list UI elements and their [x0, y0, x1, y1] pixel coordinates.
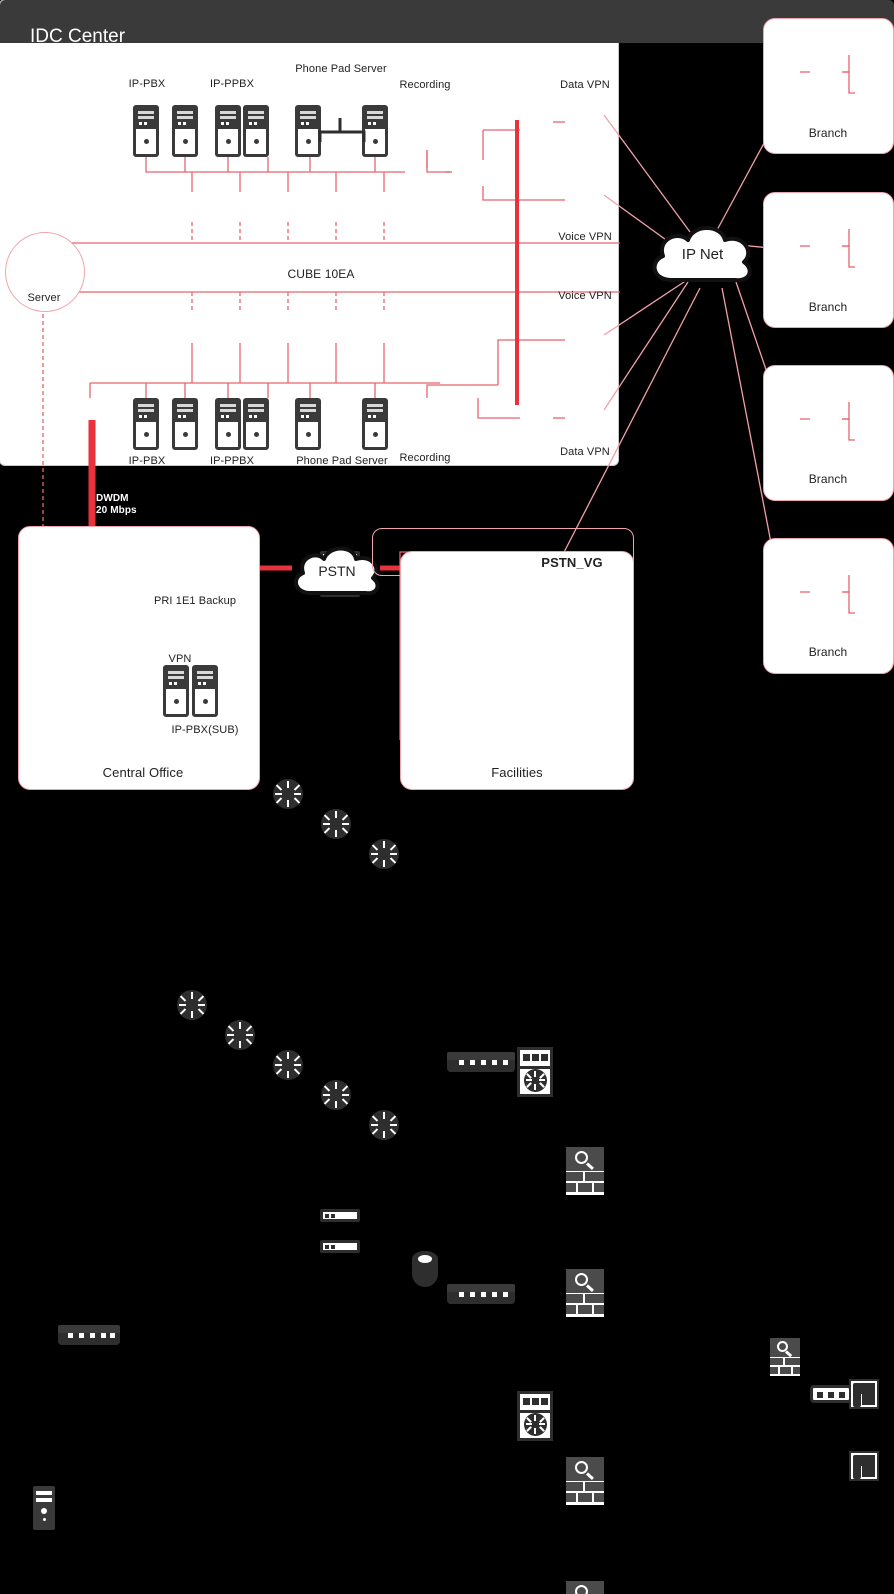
- central-office-box[interactable]: [18, 526, 260, 790]
- switch-icon[interactable]: [447, 1284, 515, 1304]
- branch-wires-4: [800, 575, 855, 614]
- label-ip-pbx-bottom: IP-PBX: [128, 455, 166, 467]
- firewall-vpn-icon[interactable]: [770, 1338, 800, 1376]
- label-recording-top: Recording: [399, 79, 451, 91]
- label-ip-pbx-top: IP-PBX: [128, 78, 166, 90]
- router-icon[interactable]: [369, 1110, 399, 1140]
- desktop-pc-icon[interactable]: [192, 665, 218, 717]
- branch-wires-1: [800, 55, 855, 94]
- label-dwdm-speed: 20 Mbps: [96, 505, 137, 516]
- router-icon[interactable]: [273, 1050, 303, 1080]
- firewall-vpn-icon[interactable]: [566, 1457, 604, 1505]
- firewall-vpn-icon[interactable]: [566, 1147, 604, 1195]
- label-data-vpn-2: Data VPN: [560, 446, 610, 458]
- desktop-pc-icon[interactable]: [163, 665, 189, 717]
- desktop-pc-icon[interactable]: [243, 105, 269, 157]
- branch-wires-2: [800, 229, 855, 268]
- network-diagram: IDC Center IP-PBX IP-PPBX Phone Pad Serv…: [0, 0, 894, 1594]
- desktop-pc-icon[interactable]: [215, 398, 241, 450]
- desktop-pc-icon[interactable]: [133, 398, 159, 450]
- desktop-pc-icon[interactable]: [362, 398, 388, 450]
- label-recording-bottom: Recording: [399, 452, 451, 464]
- label-vpn-co: VPN: [168, 653, 192, 665]
- desktop-pc-icon[interactable]: [172, 398, 198, 450]
- label-server: Server: [27, 292, 61, 304]
- label-dwdm: DWDM: [96, 493, 129, 504]
- router-icon[interactable]: [321, 1080, 351, 1110]
- desktop-pc-icon[interactable]: [295, 398, 321, 450]
- router-icon[interactable]: [177, 990, 207, 1020]
- ip-phone-icon[interactable]: [849, 1379, 879, 1409]
- blade-bus-lines: [318, 118, 366, 142]
- label-ip-net: IP Net: [681, 246, 724, 263]
- router-icon[interactable]: [273, 779, 303, 809]
- switch-icon[interactable]: [58, 1325, 120, 1345]
- rack-blade-icon[interactable]: [320, 1209, 360, 1222]
- router-switch-combo-icon[interactable]: [517, 1047, 553, 1097]
- server-tower-icon[interactable]: [33, 1486, 55, 1530]
- cloud-icon-ip-net[interactable]: IP Net: [645, 218, 760, 290]
- label-voice-vpn-1: Voice VPN: [558, 231, 612, 243]
- router-switch-combo-icon[interactable]: [517, 1391, 553, 1441]
- switch-icon[interactable]: [447, 1052, 515, 1072]
- firewall-vpn-icon[interactable]: [566, 1269, 604, 1317]
- label-ip-ppbx-top: IP-PPBX: [209, 78, 255, 90]
- label-ip-pbx-sub: IP-PBX(SUB): [171, 724, 239, 736]
- label-branch-2: Branch: [808, 300, 848, 314]
- desktop-pc-icon[interactable]: [172, 105, 198, 157]
- label-branch-4: Branch: [808, 645, 848, 659]
- facilities-box[interactable]: [400, 551, 634, 790]
- recording-storage-icon[interactable]: [412, 1251, 438, 1287]
- label-data-vpn-1: Data VPN: [560, 79, 610, 91]
- label-branch-1: Branch: [808, 126, 848, 140]
- label-facilities: Facilities: [491, 765, 543, 780]
- router-icon[interactable]: [369, 839, 399, 869]
- desktop-pc-icon[interactable]: [133, 105, 159, 157]
- firewall-vpn-icon[interactable]: [566, 1581, 604, 1594]
- idc-title: IDC Center: [30, 26, 126, 47]
- router-icon[interactable]: [225, 1020, 255, 1050]
- switch-icon[interactable]: [810, 1385, 852, 1403]
- ip-phone-icon[interactable]: [849, 1451, 879, 1481]
- label-phone-pad-server-bottom: Phone Pad Server: [296, 455, 388, 467]
- label-pri-backup: PRI 1E1 Backup: [153, 595, 237, 607]
- label-phone-pad-server-top: Phone Pad Server: [295, 63, 387, 75]
- desktop-pc-icon[interactable]: [243, 398, 269, 450]
- label-central-office: Central Office: [102, 765, 184, 780]
- label-branch-3: Branch: [808, 472, 848, 486]
- cube-label: CUBE 10EA: [287, 267, 355, 281]
- rack-blade-icon[interactable]: [320, 1240, 360, 1253]
- label-pstn-vg: PSTN_VG: [541, 555, 603, 570]
- branch-wires-3: [800, 402, 855, 441]
- idc-header-bar: [0, 0, 894, 43]
- label-voice-vpn-2: Voice VPN: [558, 290, 612, 302]
- router-icon[interactable]: [321, 809, 351, 839]
- desktop-pc-icon[interactable]: [215, 105, 241, 157]
- label-ip-ppbx-bottom: IP-PPBX: [209, 455, 255, 467]
